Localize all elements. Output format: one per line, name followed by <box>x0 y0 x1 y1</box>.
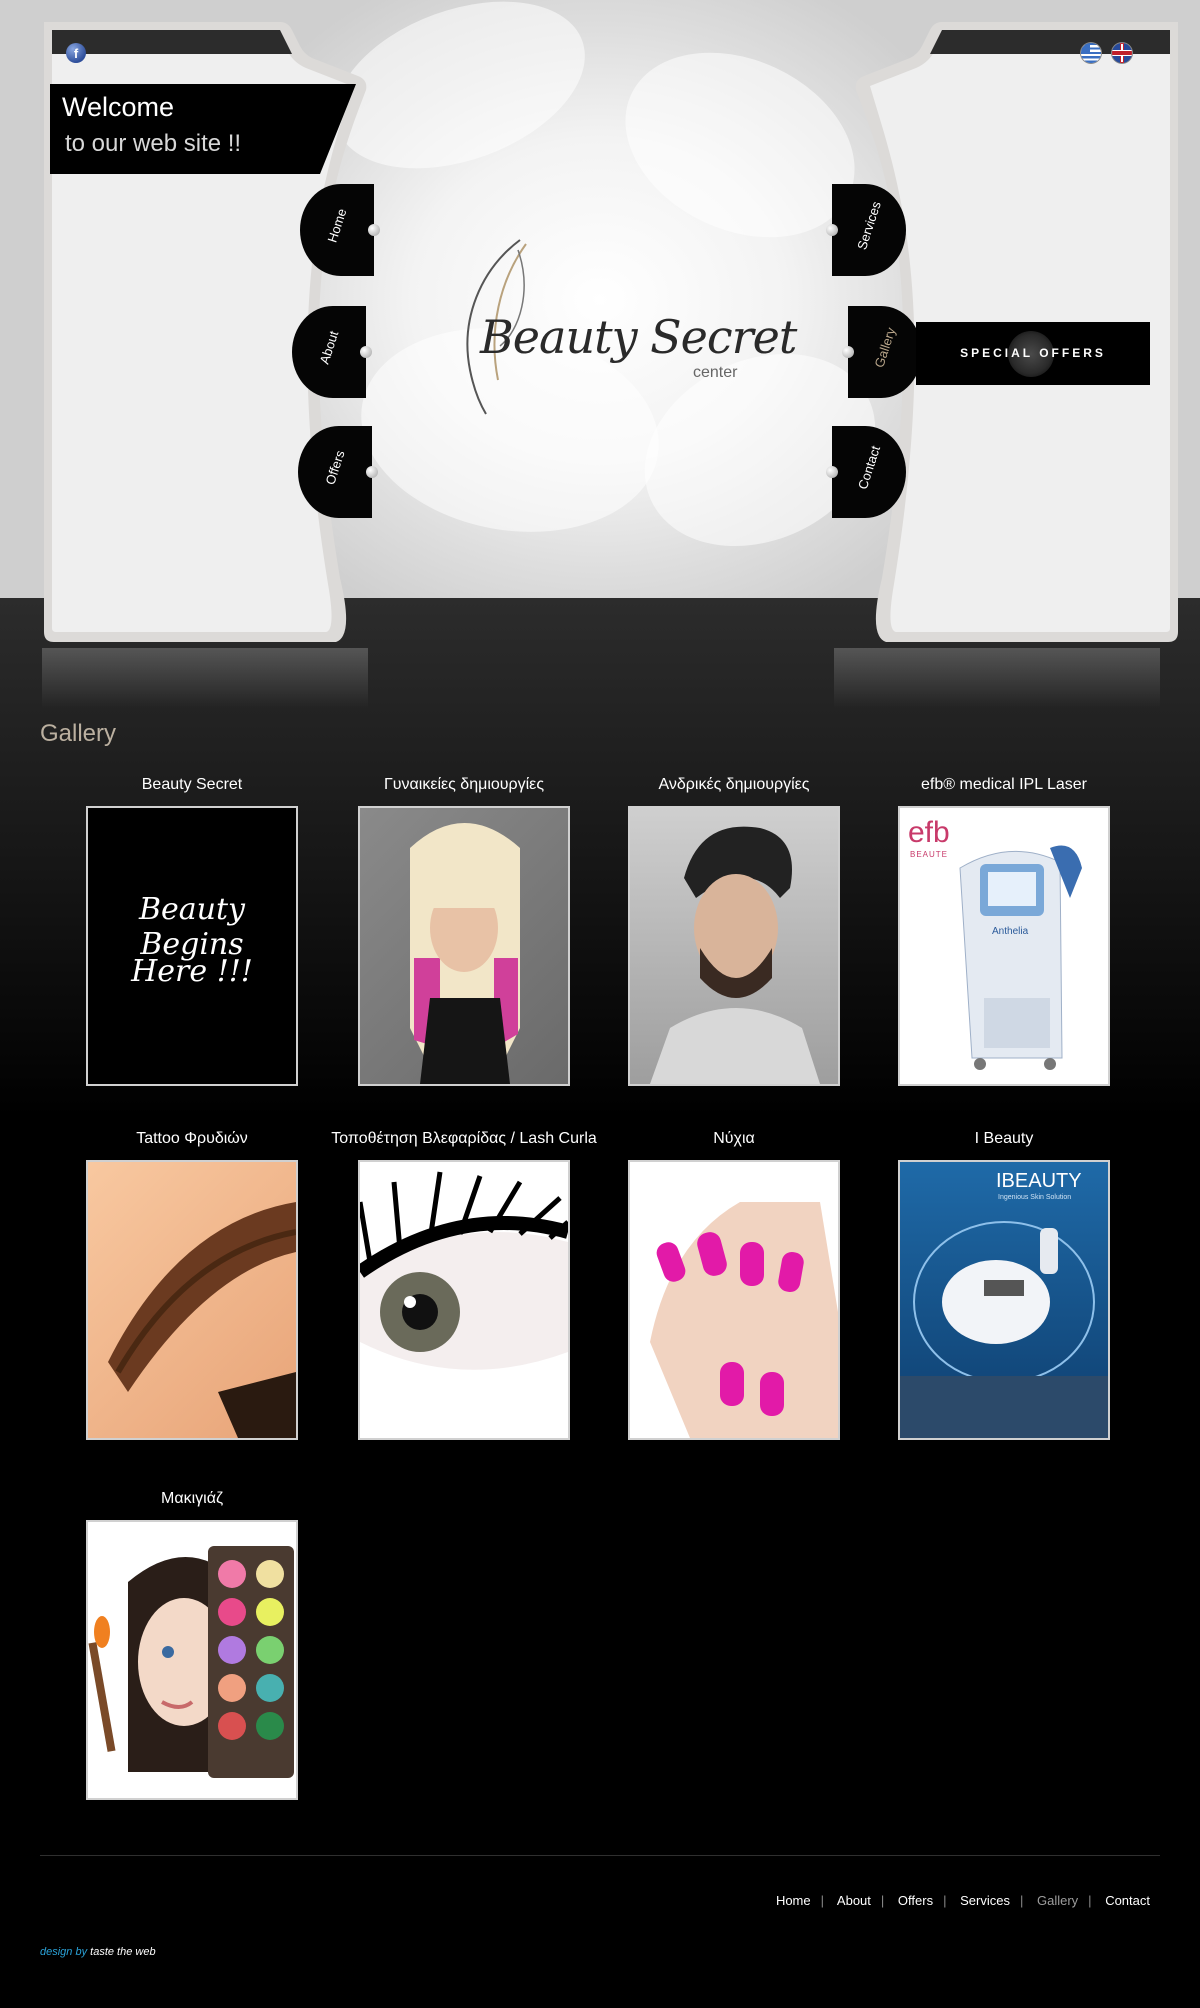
eyebrow-illustration <box>108 1202 296 1438</box>
pearl-icon <box>360 346 372 358</box>
footer-link-gallery[interactable]: Gallery <box>1037 1893 1078 1908</box>
gallery-image-eyelash[interactable] <box>358 1160 570 1440</box>
footer-link-contact[interactable]: Contact <box>1105 1893 1150 1908</box>
footer-separator: | <box>943 1893 947 1908</box>
left-panel-reflection <box>42 648 368 708</box>
man-portrait-illustration <box>650 826 820 1084</box>
gallery-caption: Νύχια <box>713 1130 755 1147</box>
nav-tab-home[interactable]: Home <box>300 184 380 276</box>
ibeauty-device-illustration <box>900 1221 1108 1438</box>
device-name: Anthelia <box>992 926 1029 937</box>
credit-by: design by <box>40 1946 88 1958</box>
gallery-image-ipl-laser[interactable]: efb BEAUTE Anthelia <box>898 806 1110 1086</box>
laser-device-illustration <box>959 845 1082 1070</box>
pearl-icon <box>842 346 854 358</box>
gallery-caption: efb® medical IPL Laser <box>921 776 1087 793</box>
design-credit[interactable]: design by taste the web <box>40 1946 156 1958</box>
makeup-illustration <box>88 1546 294 1778</box>
welcome-title: Welcome <box>62 92 175 122</box>
gallery-title: Gallery <box>40 720 117 747</box>
nav-tab-contact[interactable]: Contact <box>826 426 906 518</box>
right-panel-reflection <box>834 648 1160 708</box>
woman-portrait-illustration <box>410 823 520 1084</box>
gallery-image-women[interactable] <box>358 806 570 1086</box>
art-text: Beauty Begins <box>138 892 245 962</box>
footer-separator: | <box>1088 1893 1092 1908</box>
nav-tab-gallery[interactable]: Gallery <box>842 306 922 398</box>
footer-separator: | <box>1019 1893 1024 1908</box>
footer-link-about[interactable]: About <box>837 1893 871 1908</box>
gallery-image-men[interactable] <box>628 806 840 1086</box>
gallery-caption: Γυναικείες δημιουργίες <box>383 776 545 793</box>
footer-link-home[interactable]: Home <box>776 1893 811 1908</box>
gallery-image-ibeauty[interactable]: IBEAUTY Ingenious Skin Solution <box>898 1160 1110 1440</box>
pearl-icon <box>826 466 838 478</box>
english-flag-icon[interactable] <box>1112 43 1132 63</box>
logo-subtext: center <box>693 364 738 381</box>
gallery-caption: I Beauty <box>974 1130 1034 1147</box>
facebook-icon[interactable]: f <box>66 43 86 63</box>
gallery-caption: Ανδρικές δημιουργίες <box>658 776 810 793</box>
gallery-caption: Tattoo Φρυδιών <box>136 1130 248 1147</box>
footer-divider <box>40 1855 1160 1856</box>
nav-tab-about[interactable]: About <box>292 306 372 398</box>
welcome-banner: Welcome to our web site !! <box>50 84 356 174</box>
pearl-icon <box>366 466 378 478</box>
nav-tab-services[interactable]: Services <box>826 184 906 276</box>
credit-name: taste the web <box>90 1946 156 1958</box>
welcome-subtitle: to our web site !! <box>65 130 242 157</box>
footer-separator: | <box>820 1893 825 1908</box>
footer-nav: Home | About | Offers | Services | Gallery | … <box>776 1893 1150 1908</box>
special-offers-button[interactable]: SPECIAL OFFERS <box>916 322 1150 385</box>
gallery-caption: Τοποθέτηση Βλεφαρίδας / Lash Curla <box>331 1130 597 1147</box>
pearl-icon <box>826 224 838 236</box>
gallery-caption: Μακιγιάζ <box>161 1490 223 1507</box>
pearl-icon <box>368 224 380 236</box>
special-offers-label: SPECIAL OFFERS <box>960 346 1106 360</box>
gallery-image-eyebrow-tattoo[interactable] <box>86 1160 298 1440</box>
brand-logo[interactable]: Beauty Secret center <box>440 230 797 420</box>
gallery-caption: Beauty Secret <box>141 776 243 793</box>
gallery-image-beauty-begins[interactable]: Beauty Begins Here !!! <box>86 806 298 1086</box>
eye-illustration <box>360 1171 568 1370</box>
nav-tab-offers[interactable]: Offers <box>298 426 378 518</box>
footer-separator: | <box>880 1893 885 1908</box>
footer-link-services[interactable]: Services <box>960 1893 1010 1908</box>
footer-link-offers[interactable]: Offers <box>898 1893 933 1908</box>
art-text: Here !!! <box>131 954 253 989</box>
nails-illustration <box>650 1202 838 1438</box>
logo-text: Beauty Secret <box>480 310 797 364</box>
gallery-image-makeup[interactable] <box>86 1520 298 1800</box>
greek-flag-icon[interactable] <box>1081 43 1101 63</box>
gallery-image-nails[interactable] <box>628 1160 840 1440</box>
